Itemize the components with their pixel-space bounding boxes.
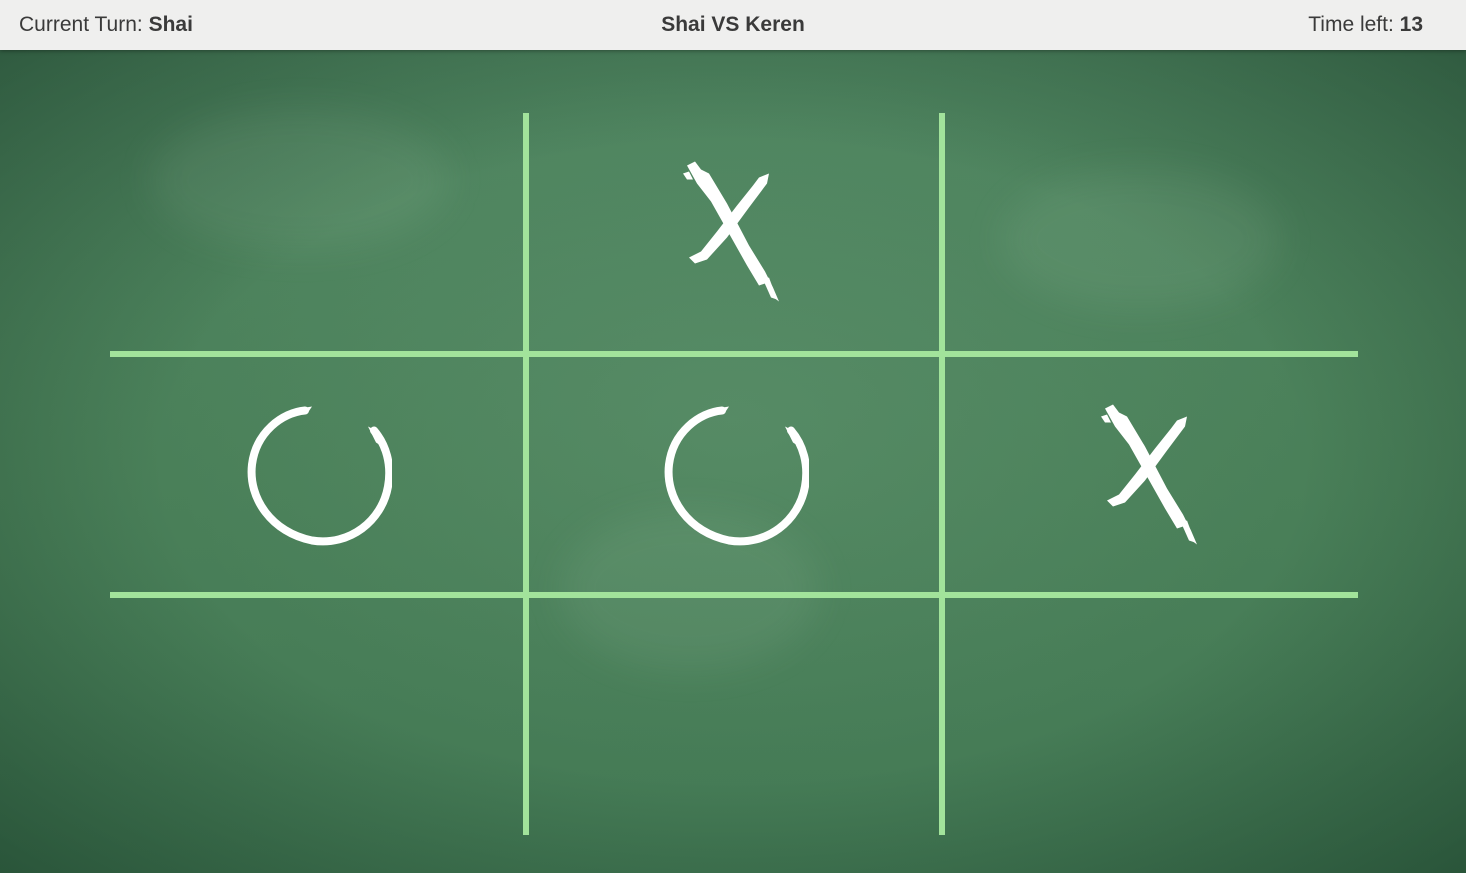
time-left: Time left: 13: [1308, 13, 1423, 37]
board-cell-1[interactable]: [110, 113, 524, 351]
chalk-x-icon: [683, 161, 779, 302]
match-title: Shai VS Keren: [661, 13, 805, 36]
board-cell-5[interactable]: [529, 357, 939, 592]
board-cell-8[interactable]: [529, 598, 939, 835]
board-cell-6[interactable]: [945, 357, 1358, 592]
top-bar: Current Turn: Shai Shai VS Keren Time le…: [0, 0, 1466, 50]
board-cell-2[interactable]: [529, 113, 939, 351]
chalk-x-icon: [1100, 404, 1197, 544]
board-cell-9[interactable]: [945, 598, 1358, 835]
board-cell-7[interactable]: [110, 598, 523, 835]
board-cell-4[interactable]: [110, 357, 523, 592]
board-cell-3[interactable]: [945, 113, 1358, 351]
time-left-value: 13: [1399, 13, 1423, 36]
chalk-o-icon: [664, 406, 809, 545]
time-left-label: Time left:: [1308, 13, 1400, 36]
chalk-o-icon: [247, 406, 392, 545]
